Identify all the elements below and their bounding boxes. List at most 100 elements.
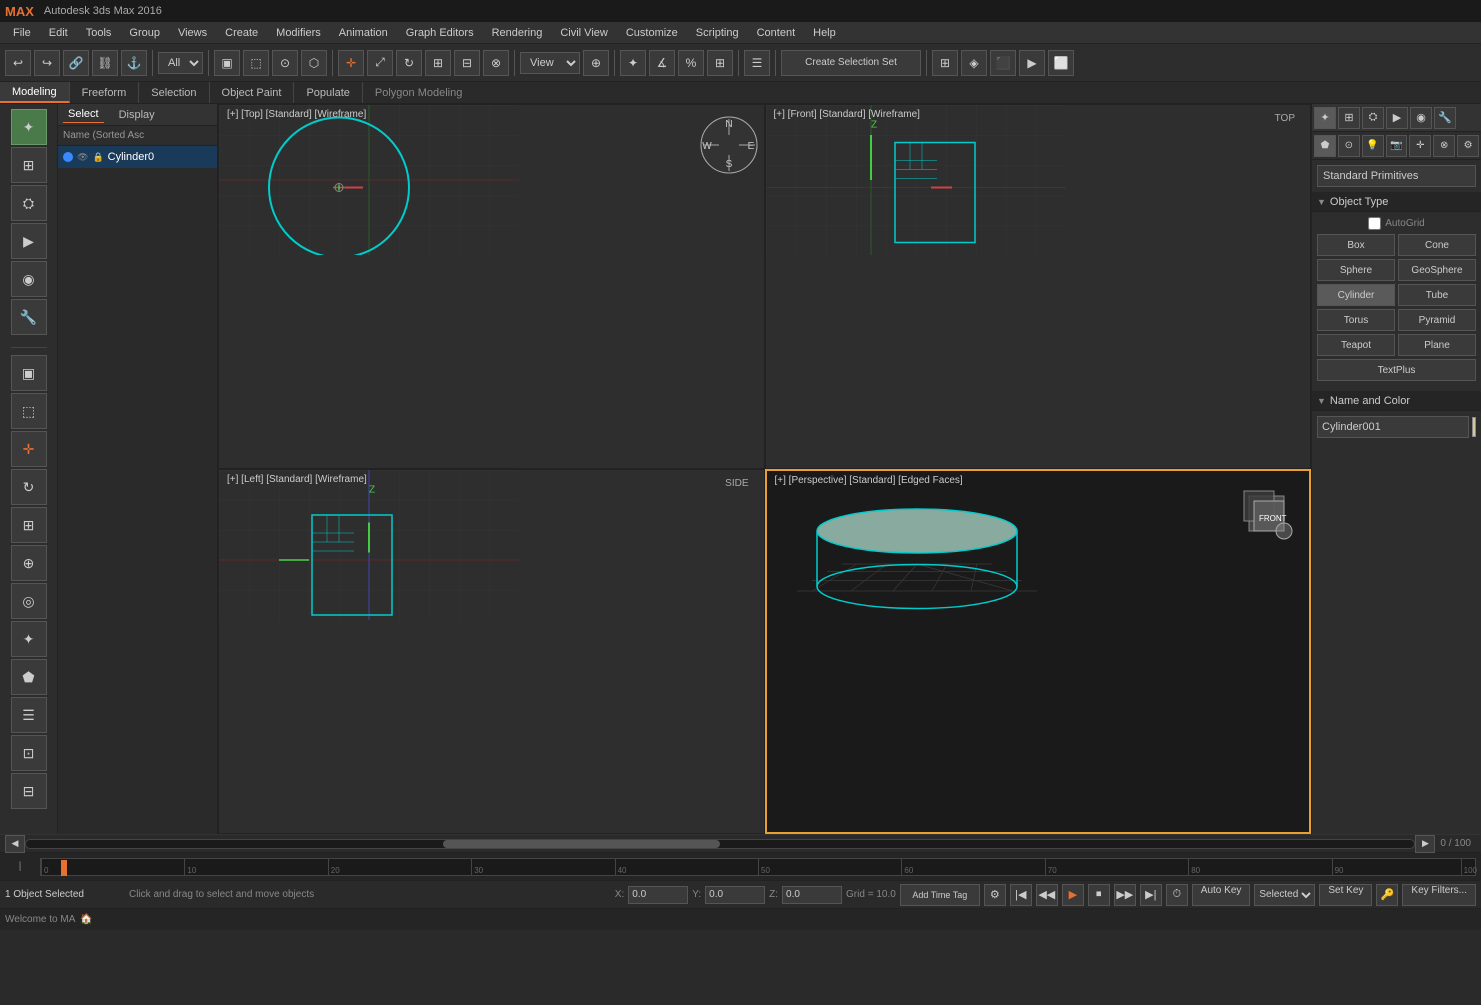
modify-panel-btn[interactable]: ⊞ <box>11 147 47 183</box>
pivot-btn[interactable]: ⊕ <box>583 50 609 76</box>
light-tool-btn[interactable]: ✦ <box>11 621 47 657</box>
tab-selection[interactable]: Selection <box>139 82 209 103</box>
viewport-left[interactable]: [+] [Left] [Standard] [Wireframe] SIDE Z <box>218 469 765 834</box>
menu-tools[interactable]: Tools <box>78 25 120 41</box>
x-coord[interactable] <box>628 886 688 904</box>
menu-scripting[interactable]: Scripting <box>688 25 747 41</box>
select-lasso-btn[interactable]: ⊙ <box>272 50 298 76</box>
viewport-top[interactable]: [+] [Top] [Standard] [Wireframe] N S W E <box>218 104 765 469</box>
rpanel-subtab-system[interactable]: ⚙ <box>1457 135 1479 157</box>
toolbar-unlink[interactable]: ⛓ <box>92 50 118 76</box>
menu-rendering[interactable]: Rendering <box>484 25 551 41</box>
cylinder-btn[interactable]: Cylinder <box>1317 284 1395 306</box>
rpanel-subtab-geo[interactable]: ⬟ <box>1314 135 1336 157</box>
tab-freeform[interactable]: Freeform <box>70 82 140 103</box>
utilities-panel-btn[interactable]: 🔧 <box>11 299 47 335</box>
viewport-perspective[interactable]: [+] [Perspective] [Standard] [Edged Face… <box>765 469 1312 834</box>
scale-btn[interactable]: ⊞ <box>425 50 451 76</box>
y-coord[interactable] <box>705 886 765 904</box>
snap-toggle[interactable]: ✦ <box>620 50 646 76</box>
tab-populate[interactable]: Populate <box>294 82 362 103</box>
tab-modeling[interactable]: Modeling <box>0 82 70 103</box>
tab-object-paint[interactable]: Object Paint <box>210 82 295 103</box>
menu-customize[interactable]: Customize <box>618 25 686 41</box>
scale-tool-btn[interactable]: ⊞ <box>11 507 47 543</box>
render-setup-btn[interactable]: ⬛ <box>990 50 1016 76</box>
setkey-btn[interactable]: Set Key <box>1319 884 1372 906</box>
rpanel-subtab-light[interactable]: 💡 <box>1362 135 1384 157</box>
rpanel-subtab-helper[interactable]: ✛ <box>1409 135 1431 157</box>
next-key-btn[interactable]: ▶▶ <box>1114 884 1136 906</box>
timeline-track[interactable]: 0 10 20 30 40 50 60 70 80 90 100 <box>40 858 1476 876</box>
viewport-tool-btn[interactable]: ⊕ <box>11 545 47 581</box>
geosphere-btn[interactable]: GeoSphere <box>1398 259 1476 281</box>
time-cfg-btn[interactable]: ⏱ <box>1166 884 1188 906</box>
percent-snap[interactable]: % <box>678 50 704 76</box>
menu-content[interactable]: Content <box>749 25 804 41</box>
plane-btn[interactable]: Plane <box>1398 334 1476 356</box>
select-tool-btn[interactable]: ▣ <box>11 355 47 391</box>
scene-tab-select[interactable]: Select <box>63 106 104 123</box>
motion-panel-btn[interactable]: ▶ <box>11 223 47 259</box>
menu-civil-view[interactable]: Civil View <box>552 25 615 41</box>
display-panel-btn[interactable]: ◉ <box>11 261 47 297</box>
torus-btn[interactable]: Torus <box>1317 309 1395 331</box>
menu-modifiers[interactable]: Modifiers <box>268 25 329 41</box>
rpanel-tab-display[interactable]: ◉ <box>1410 107 1432 129</box>
schematic-view-btn[interactable]: ⊞ <box>932 50 958 76</box>
rpanel-tab-modify[interactable]: ⊞ <box>1338 107 1360 129</box>
filter-dropdown[interactable]: All <box>158 52 203 74</box>
menu-graph-editors[interactable]: Graph Editors <box>398 25 482 41</box>
timeline-playhead[interactable] <box>61 860 67 876</box>
next-frame-btn[interactable]: ▶| <box>1140 884 1162 906</box>
stop-btn[interactable]: ⏹ <box>1088 884 1110 906</box>
toolbar-bind[interactable]: ⚓ <box>121 50 147 76</box>
select-obj-btn[interactable]: ▣ <box>214 50 240 76</box>
menu-animation[interactable]: Animation <box>331 25 396 41</box>
textplus-btn[interactable]: TextPlus <box>1317 359 1476 381</box>
select-fence-btn[interactable]: ⬡ <box>301 50 327 76</box>
autokey-btn[interactable]: Auto Key <box>1192 884 1251 906</box>
key-mode-btn[interactable]: ⚙ <box>984 884 1006 906</box>
name-color-header[interactable]: ▼ Name and Color <box>1312 391 1481 411</box>
spinner-snap[interactable]: ⊞ <box>707 50 733 76</box>
obj-eye-icon[interactable]: 👁 <box>77 152 88 163</box>
scroll-right-btn[interactable]: ▶ <box>1415 835 1435 853</box>
menu-views[interactable]: Views <box>170 25 215 41</box>
key-filter-btn[interactable]: Key Filters... <box>1402 884 1476 906</box>
toolbar-redo[interactable]: ↪ <box>34 50 60 76</box>
prev-frame-btn[interactable]: |◀ <box>1010 884 1032 906</box>
sphere-btn[interactable]: Sphere <box>1317 259 1395 281</box>
scene-object-item[interactable]: 👁 🔒 Cylinder0 <box>58 146 217 168</box>
rpanel-tab-utilities[interactable]: 🔧 <box>1434 107 1456 129</box>
selected-dropdown[interactable]: Selected <box>1254 884 1315 906</box>
render-btn[interactable]: ⬜ <box>1048 50 1074 76</box>
angle-snap[interactable]: ∡ <box>649 50 675 76</box>
key-type-btn[interactable]: 🔑 <box>1376 884 1398 906</box>
object-name-input[interactable] <box>1317 416 1469 438</box>
obj-lock-icon[interactable]: 🔒 <box>92 152 103 163</box>
menu-help[interactable]: Help <box>805 25 844 41</box>
box-btn[interactable]: Box <box>1317 234 1395 256</box>
menu-create[interactable]: Create <box>217 25 266 41</box>
rpanel-subtab-shape[interactable]: ⊙ <box>1338 135 1360 157</box>
layer-tool-btn[interactable]: ☰ <box>11 697 47 733</box>
cone-btn[interactable]: Cone <box>1398 234 1476 256</box>
group-tool-btn[interactable]: ⊡ <box>11 735 47 771</box>
create-selection-set-btn[interactable]: Create Selection Set <box>781 50 921 76</box>
mirror-btn[interactable]: ⤢ <box>367 50 393 76</box>
play-btn[interactable]: ▶ <box>1062 884 1084 906</box>
menu-edit[interactable]: Edit <box>41 25 76 41</box>
rpanel-tab-motion[interactable]: ▶ <box>1386 107 1408 129</box>
select-region-btn[interactable]: ⬚ <box>11 393 47 429</box>
obj-name[interactable]: Cylinder0 <box>108 151 154 163</box>
rotate-tool-btn[interactable]: ↻ <box>11 469 47 505</box>
move-tool-btn[interactable]: ✛ <box>11 431 47 467</box>
add-time-tag-btn[interactable]: Add Time Tag <box>900 884 980 906</box>
autogrid-checkbox[interactable] <box>1368 217 1381 230</box>
render-frame-btn[interactable]: ▶ <box>1019 50 1045 76</box>
rpanel-tab-create[interactable]: ✦ <box>1314 107 1336 129</box>
manipulate-btn[interactable]: ⊗ <box>483 50 509 76</box>
scroll-thumb[interactable] <box>443 840 721 848</box>
view-gizmo[interactable]: FRONT <box>1234 481 1294 544</box>
